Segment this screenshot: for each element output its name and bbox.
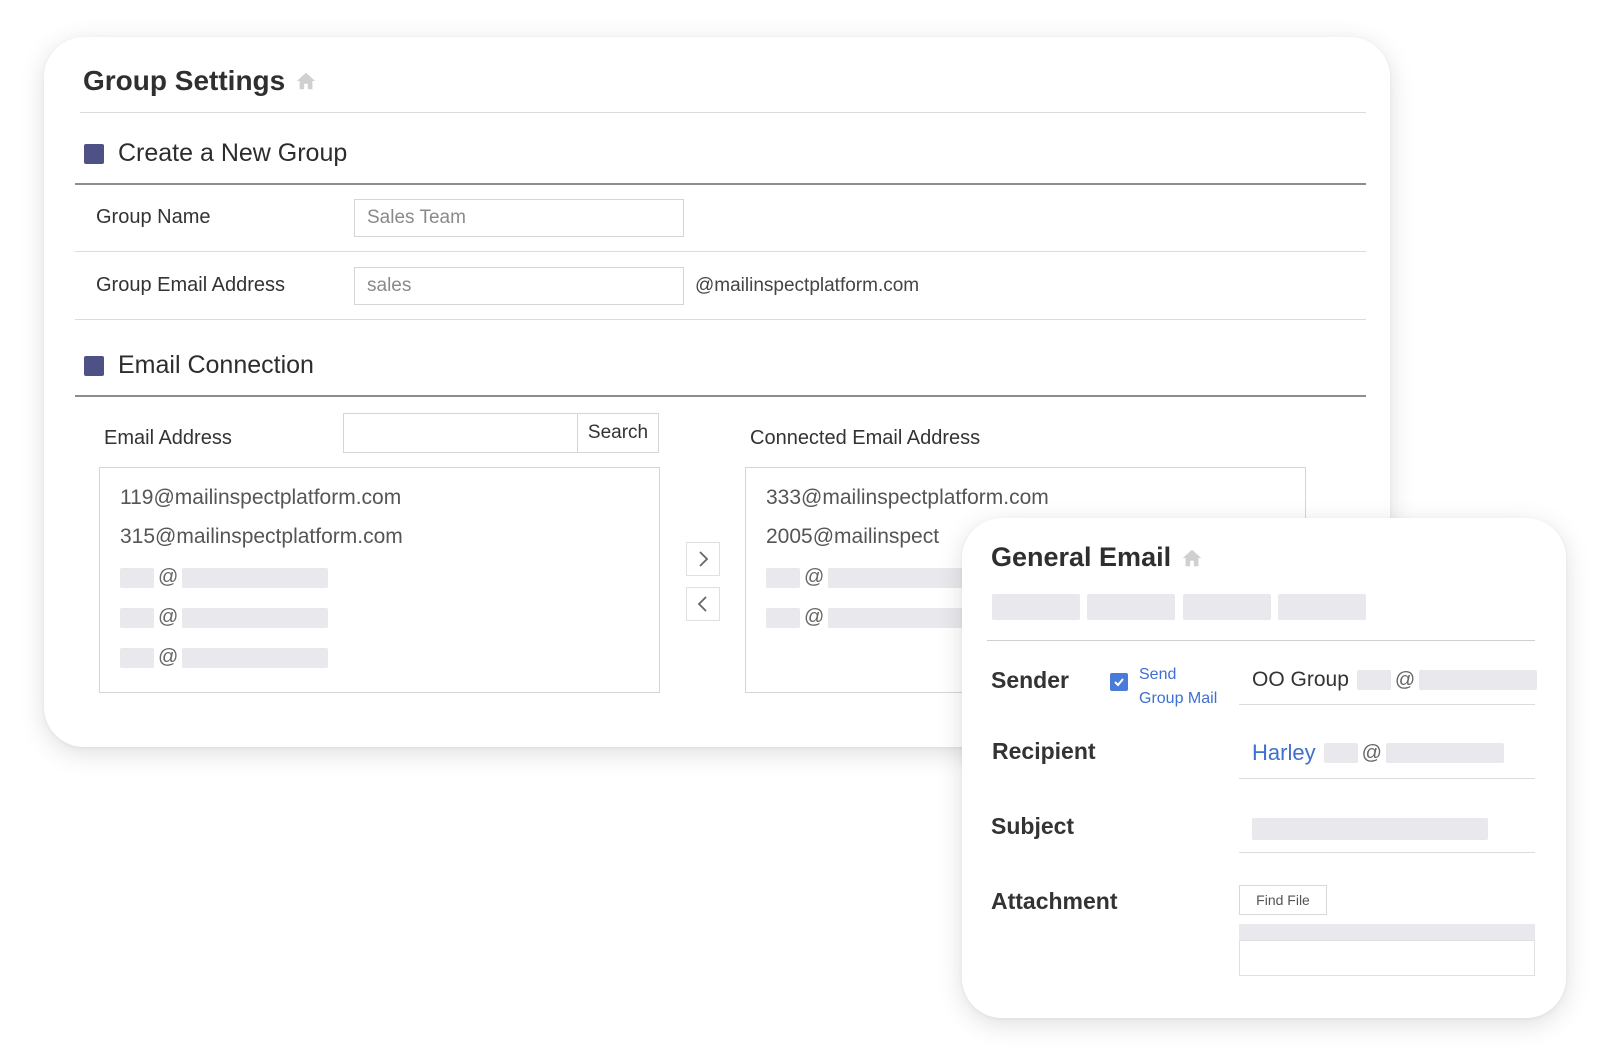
list-item[interactable]: 315@mailinspectplatform.com xyxy=(120,525,403,549)
subject-label: Subject xyxy=(991,813,1075,839)
email-search-input[interactable] xyxy=(343,413,579,453)
placeholder-bar xyxy=(120,607,154,628)
title-divider xyxy=(80,112,1366,113)
list-item[interactable]: @ xyxy=(120,566,329,589)
attachment-header-bar xyxy=(1239,924,1535,940)
email-address-label: Email Address xyxy=(104,427,232,449)
home-icon xyxy=(1182,549,1202,566)
subject-input[interactable] xyxy=(1252,818,1488,840)
at-symbol: @ xyxy=(158,566,179,588)
chevron-left-icon xyxy=(697,596,707,612)
placeholder-bar xyxy=(1385,743,1504,763)
at-symbol: @ xyxy=(1394,668,1416,691)
find-file-button[interactable]: Find File xyxy=(1239,885,1327,915)
create-group-divider xyxy=(75,183,1366,185)
send-group-mail-checkbox[interactable] xyxy=(1110,673,1128,691)
placeholder-bar xyxy=(828,567,975,588)
move-right-button[interactable] xyxy=(686,542,720,576)
general-email-title: General Email xyxy=(991,542,1203,573)
group-settings-title: Group Settings xyxy=(83,65,317,97)
connected-email-label: Connected Email Address xyxy=(750,427,981,449)
send-group-mail-label[interactable]: Send Group Mail xyxy=(1139,663,1217,711)
placeholder-bar xyxy=(120,567,154,588)
row-divider xyxy=(1239,704,1535,705)
placeholder-bar xyxy=(1419,670,1538,690)
email-text: 315@mailinspectplatform.com xyxy=(120,525,403,548)
list-item[interactable]: @ xyxy=(120,606,329,629)
list-item[interactable]: @ xyxy=(766,566,975,589)
placeholder-bar xyxy=(766,567,800,588)
attachment-label: Attachment xyxy=(991,888,1118,914)
recipient-name-link[interactable]: Harley xyxy=(1252,740,1316,766)
placeholder-bar xyxy=(1356,670,1391,690)
sender-label: Sender xyxy=(991,667,1069,693)
email-text: 333@mailinspectplatform.com xyxy=(766,486,1049,509)
general-email-card: General Email Sender Send Group Mail OO … xyxy=(962,518,1566,1018)
row-divider xyxy=(75,251,1366,252)
send-label-line2: Group Mail xyxy=(1139,690,1218,707)
placeholder-bar xyxy=(766,607,800,628)
email-connection-section-heading: Email Connection xyxy=(84,351,314,380)
search-button[interactable]: Search xyxy=(577,413,659,453)
recipient-value[interactable]: Harley @ xyxy=(1252,740,1504,766)
list-item[interactable]: 119@mailinspectplatform.com xyxy=(120,486,401,510)
sender-group-name: OO Group xyxy=(1252,668,1349,691)
chevron-right-icon xyxy=(699,551,709,567)
placeholder-bar xyxy=(182,567,329,588)
group-email-input[interactable] xyxy=(354,267,684,305)
attachment-drop-area[interactable] xyxy=(1239,940,1535,976)
tab-placeholder[interactable] xyxy=(992,594,1080,620)
section-square-icon xyxy=(84,143,104,164)
placeholder-bar xyxy=(182,647,329,668)
email-text: 119@mailinspectplatform.com xyxy=(120,486,402,509)
domain-suffix: @mailinspectplatform.com xyxy=(695,275,920,296)
list-item[interactable]: 2005@mailinspect xyxy=(766,525,939,549)
checkmark-icon xyxy=(1114,678,1124,687)
at-symbol: @ xyxy=(1361,741,1382,764)
general-email-title-text: General Email xyxy=(991,542,1172,572)
tabs-divider xyxy=(987,640,1535,641)
home-icon xyxy=(297,72,316,90)
create-group-heading-text: Create a New Group xyxy=(118,139,348,167)
section-square-icon xyxy=(84,355,104,376)
list-item[interactable]: @ xyxy=(120,646,329,669)
email-connection-divider xyxy=(75,395,1366,397)
row-divider xyxy=(75,319,1366,320)
at-symbol: @ xyxy=(158,606,179,628)
placeholder-bar xyxy=(182,607,329,628)
list-item[interactable]: 333@mailinspectplatform.com xyxy=(766,486,1049,510)
group-name-input[interactable] xyxy=(354,199,684,237)
group-settings-title-text: Group Settings xyxy=(83,65,286,96)
group-name-label: Group Name xyxy=(96,206,211,228)
group-email-label: Group Email Address xyxy=(96,274,285,296)
list-item[interactable]: @ xyxy=(766,606,975,629)
available-email-list[interactable]: 119@mailinspectplatform.com 315@mailinsp… xyxy=(99,467,660,693)
at-symbol: @ xyxy=(804,566,825,588)
placeholder-bar xyxy=(828,607,975,628)
placeholder-bar xyxy=(1323,743,1358,763)
row-divider xyxy=(1239,852,1535,853)
recipient-label: Recipient xyxy=(992,738,1096,764)
create-group-section-heading: Create a New Group xyxy=(84,139,347,168)
move-left-button[interactable] xyxy=(686,587,720,621)
email-text: 2005@mailinspect xyxy=(766,525,940,548)
at-symbol: @ xyxy=(158,646,179,668)
sender-value: OO Group @ xyxy=(1252,668,1538,692)
tab-placeholder[interactable] xyxy=(1278,594,1366,620)
placeholder-bar xyxy=(120,647,154,668)
tab-placeholder[interactable] xyxy=(1087,594,1175,620)
at-symbol: @ xyxy=(804,606,825,628)
tab-placeholder[interactable] xyxy=(1183,594,1271,620)
row-divider xyxy=(1239,778,1535,779)
send-label-line1: Send xyxy=(1139,666,1177,683)
email-connection-heading-text: Email Connection xyxy=(118,351,314,379)
